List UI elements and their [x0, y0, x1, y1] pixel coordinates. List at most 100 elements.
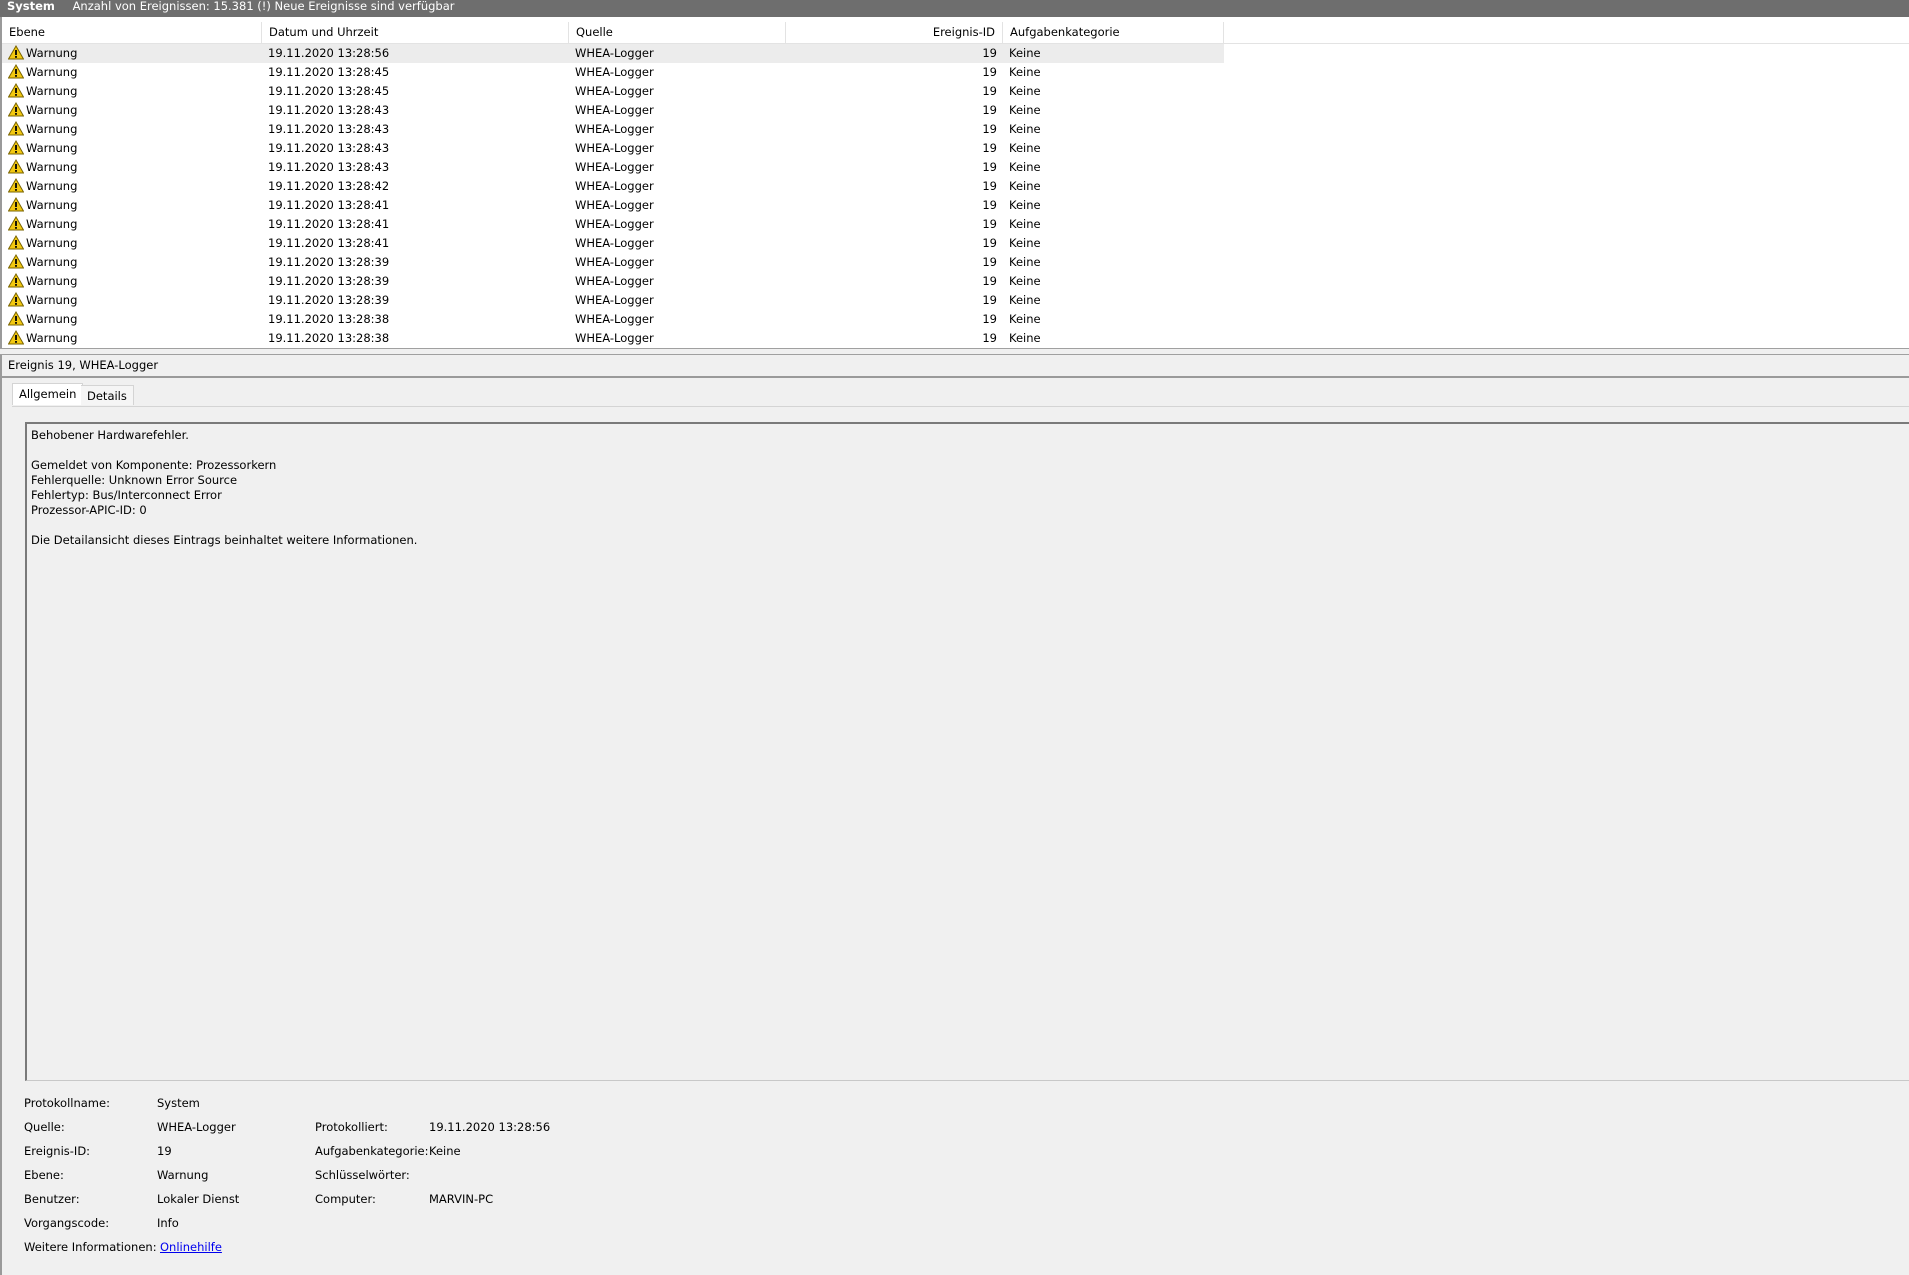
prop-value-opcode: Info	[157, 1216, 179, 1230]
warning-icon	[8, 159, 24, 174]
row-level: Warnung	[26, 179, 78, 193]
row-event-id: 19	[982, 255, 997, 269]
table-row[interactable]: Warnung 19.11.2020 13:28:41 WHEA-Logger 19 K…	[2, 234, 1909, 253]
row-level: Warnung	[26, 331, 78, 345]
row-source: WHEA-Logger	[575, 236, 654, 250]
row-level: Warnung	[26, 141, 78, 155]
online-help-link[interactable]: Onlinehilfe	[160, 1239, 222, 1255]
prop-label-level: Ebene:	[24, 1168, 64, 1182]
prop-value-source: WHEA-Logger	[157, 1120, 236, 1134]
row-event-id: 19	[982, 274, 997, 288]
event-detail-pane: Ereignis 19, WHEA-Logger Allgemein Detai…	[0, 355, 1909, 1275]
table-row[interactable]: Warnung 19.11.2020 13:28:38 WHEA-Logger 19 K…	[2, 329, 1909, 348]
row-level-cell: Warnung	[8, 196, 258, 215]
row-date: 19.11.2020 13:28:41	[268, 198, 390, 212]
prop-value-log-name: System	[157, 1096, 200, 1110]
table-row[interactable]: Warnung 19.11.2020 13:28:56 WHEA-Logger 19 K…	[2, 44, 1909, 63]
table-row[interactable]: Warnung 19.11.2020 13:28:41 WHEA-Logger 19 K…	[2, 215, 1909, 234]
table-row[interactable]: Warnung 19.11.2020 13:28:38 WHEA-Logger 19 K…	[2, 310, 1909, 329]
column-header-level[interactable]: Ebene	[2, 22, 262, 43]
table-row[interactable]: Warnung 19.11.2020 13:28:39 WHEA-Logger 19 K…	[2, 291, 1909, 310]
column-header-category[interactable]: Aufgabenkategorie	[1003, 22, 1224, 43]
row-event-id: 19	[982, 122, 997, 136]
prop-label-source: Quelle:	[24, 1120, 65, 1134]
row-source: WHEA-Logger	[575, 179, 654, 193]
table-row[interactable]: Warnung 19.11.2020 13:28:45 WHEA-Logger 19 K…	[2, 63, 1909, 82]
row-source: WHEA-Logger	[575, 103, 654, 117]
warning-icon	[8, 235, 24, 250]
row-date: 19.11.2020 13:28:43	[268, 141, 390, 155]
row-level: Warnung	[26, 236, 78, 250]
warning-icon	[8, 102, 24, 117]
table-row[interactable]: Warnung 19.11.2020 13:28:43 WHEA-Logger 19 K…	[2, 120, 1909, 139]
row-event-id: 19	[982, 84, 997, 98]
row-category: Keine	[1009, 103, 1041, 117]
event-rows: Warnung 19.11.2020 13:28:56 WHEA-Logger 19 K…	[2, 44, 1909, 348]
row-date: 19.11.2020 13:28:39	[268, 293, 390, 307]
warning-icon	[8, 64, 24, 79]
row-category: Keine	[1009, 255, 1041, 269]
tab-divider	[12, 406, 1909, 407]
row-source: WHEA-Logger	[575, 84, 654, 98]
tab-details[interactable]: Details	[81, 385, 134, 405]
row-date: 19.11.2020 13:28:39	[268, 255, 390, 269]
row-source: WHEA-Logger	[575, 122, 654, 136]
row-date: 19.11.2020 13:28:43	[268, 122, 390, 136]
prop-label-keywords: Schlüsselwörter:	[315, 1168, 410, 1182]
prop-label-computer: Computer:	[315, 1192, 376, 1206]
column-header-event-id[interactable]: Ereignis-ID	[786, 22, 1003, 43]
row-date: 19.11.2020 13:28:43	[268, 103, 390, 117]
table-row[interactable]: Warnung 19.11.2020 13:28:45 WHEA-Logger 19 K…	[2, 82, 1909, 101]
column-header-date[interactable]: Datum und Uhrzeit	[262, 22, 569, 43]
row-level: Warnung	[26, 293, 78, 307]
row-level: Warnung	[26, 65, 78, 79]
prop-value-computer: MARVIN-PC	[429, 1192, 494, 1206]
description-box[interactable]: Behobener Hardwarefehler. Gemeldet von K…	[25, 422, 1909, 1081]
warning-icon	[8, 273, 24, 288]
table-row[interactable]: Warnung 19.11.2020 13:28:43 WHEA-Logger 19 K…	[2, 139, 1909, 158]
detail-title-divider	[2, 376, 1909, 378]
row-level-cell: Warnung	[8, 215, 258, 234]
column-header-source[interactable]: Quelle	[569, 22, 786, 43]
warning-icon	[8, 311, 24, 326]
event-list[interactable]: Ebene Datum und Uhrzeit Quelle Ereignis-…	[0, 17, 1909, 348]
row-category: Keine	[1009, 312, 1041, 326]
row-level-cell: Warnung	[8, 139, 258, 158]
row-level-cell: Warnung	[8, 272, 258, 291]
log-name: System	[7, 0, 55, 13]
row-level: Warnung	[26, 46, 78, 60]
row-source: WHEA-Logger	[575, 255, 654, 269]
row-level: Warnung	[26, 84, 78, 98]
row-level-cell: Warnung	[8, 101, 258, 120]
row-level-cell: Warnung	[8, 310, 258, 329]
row-event-id: 19	[982, 65, 997, 79]
row-source: WHEA-Logger	[575, 141, 654, 155]
prop-label-more-info: Weitere Informationen:	[24, 1240, 157, 1254]
row-source: WHEA-Logger	[575, 274, 654, 288]
row-source: WHEA-Logger	[575, 312, 654, 326]
warning-icon	[8, 197, 24, 212]
event-count-status: Anzahl von Ereignissen: 15.381 (!) Neue …	[72, 0, 455, 13]
table-row[interactable]: Warnung 19.11.2020 13:28:42 WHEA-Logger 19 K…	[2, 177, 1909, 196]
row-event-id: 19	[982, 46, 997, 60]
table-row[interactable]: Warnung 19.11.2020 13:28:39 WHEA-Logger 19 K…	[2, 253, 1909, 272]
warning-icon	[8, 178, 24, 193]
row-level: Warnung	[26, 122, 78, 136]
row-date: 19.11.2020 13:28:38	[268, 331, 390, 345]
row-level: Warnung	[26, 103, 78, 117]
row-source: WHEA-Logger	[575, 331, 654, 345]
titlebar: System Anzahl von Ereignissen: 15.381 (!…	[0, 0, 1909, 17]
tab-allgemein[interactable]: Allgemein	[12, 383, 84, 405]
table-row[interactable]: Warnung 19.11.2020 13:28:39 WHEA-Logger 19 K…	[2, 272, 1909, 291]
row-level: Warnung	[26, 312, 78, 326]
row-source: WHEA-Logger	[575, 217, 654, 231]
row-category: Keine	[1009, 198, 1041, 212]
warning-icon	[8, 140, 24, 155]
table-row[interactable]: Warnung 19.11.2020 13:28:43 WHEA-Logger 19 K…	[2, 101, 1909, 120]
table-row[interactable]: Warnung 19.11.2020 13:28:41 WHEA-Logger 19 K…	[2, 196, 1909, 215]
table-row[interactable]: Warnung 19.11.2020 13:28:43 WHEA-Logger 19 K…	[2, 158, 1909, 177]
pane-splitter[interactable]	[0, 348, 1909, 355]
row-category: Keine	[1009, 160, 1041, 174]
row-date: 19.11.2020 13:28:56	[268, 46, 390, 60]
row-level-cell: Warnung	[8, 253, 258, 272]
